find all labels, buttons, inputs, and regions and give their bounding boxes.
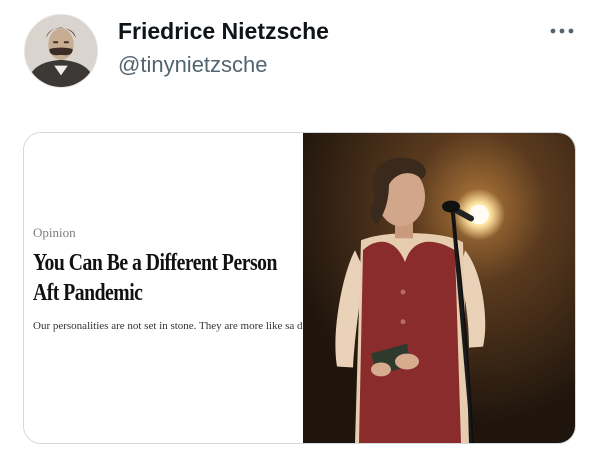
portrait-avatar-icon <box>25 15 97 87</box>
article-summary: Our personalities are not set in stone. … <box>33 320 303 332</box>
link-preview-card[interactable]: Opinion You Can Be a Different Person Af… <box>23 132 576 444</box>
author-display-name[interactable]: Friedrice Nietzsche <box>118 18 329 45</box>
performer-at-microphone-photo-icon <box>303 133 575 443</box>
more-horizontal-icon <box>550 28 574 34</box>
article-headline: You Can Be a Different Person Aft Pandem… <box>33 250 277 306</box>
article-kicker: Opinion <box>33 225 76 240</box>
link-card-text: Opinion You Can Be a Different Person Af… <box>24 133 303 443</box>
more-options-button[interactable] <box>545 20 579 42</box>
author-avatar[interactable] <box>24 14 98 88</box>
author-handle[interactable]: @tinynietzsche <box>118 52 268 78</box>
article-photo <box>303 133 575 443</box>
